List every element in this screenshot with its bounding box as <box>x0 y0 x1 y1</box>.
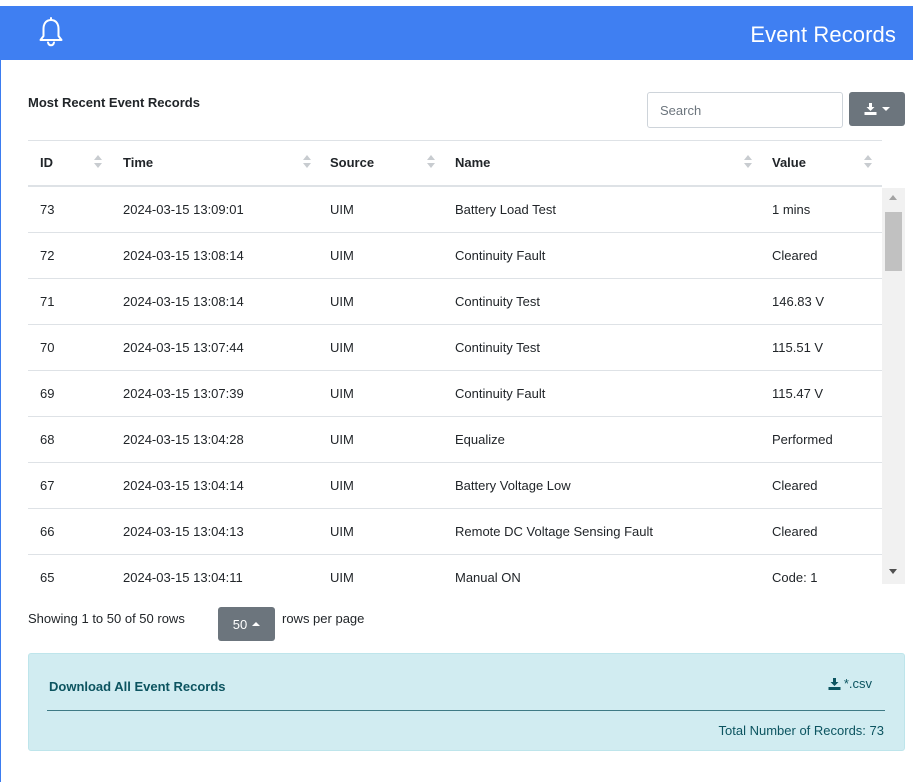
cell-time: 2024-03-15 13:08:14 <box>123 294 244 309</box>
page-left-border <box>0 60 1 782</box>
cell-name: Remote DC Voltage Sensing Fault <box>455 524 653 539</box>
table-header: ID Time Source Name Value <box>28 140 882 187</box>
page-size-value: 50 <box>232 616 248 632</box>
rows-per-page-label: rows per page <box>282 611 365 626</box>
cell-value: Code: 1 <box>772 570 818 584</box>
cell-source: UIM <box>330 478 354 493</box>
table-row[interactable]: 65 2024-03-15 13:04:11 UIM Manual ON Cod… <box>28 555 882 584</box>
chevron-down-icon <box>882 107 890 111</box>
cell-name: Battery Voltage Low <box>455 478 571 493</box>
cell-source: UIM <box>330 386 354 401</box>
cell-source: UIM <box>330 432 354 447</box>
table-row[interactable]: 67 2024-03-15 13:04:14 UIM Battery Volta… <box>28 463 882 509</box>
table-row[interactable]: 71 2024-03-15 13:08:14 UIM Continuity Te… <box>28 279 882 325</box>
table-body[interactable]: 73 2024-03-15 13:09:01 UIM Battery Load … <box>28 187 882 584</box>
sort-icon[interactable] <box>94 155 102 171</box>
cell-value: 115.51 V <box>772 340 824 355</box>
bell-icon[interactable] <box>38 17 64 47</box>
csv-label: *.csv <box>843 676 872 691</box>
cell-name: Equalize <box>455 432 505 447</box>
table-row[interactable]: 72 2024-03-15 13:08:14 UIM Continuity Fa… <box>28 233 882 279</box>
cell-id: 67 <box>40 478 55 493</box>
cell-id: 69 <box>40 386 55 401</box>
download-icon <box>864 103 877 115</box>
cell-value: 146.83 V <box>772 294 825 309</box>
sort-icon[interactable] <box>303 155 311 171</box>
pagination-info: Showing 1 to 50 of 50 rows <box>28 611 185 626</box>
cell-time: 2024-03-15 13:07:44 <box>123 340 244 355</box>
cell-id: 70 <box>40 340 55 355</box>
cell-id: 66 <box>40 524 55 539</box>
sort-icon[interactable] <box>427 155 435 171</box>
download-panel: Download All Event Records *.csv Total N… <box>28 653 905 751</box>
table-row[interactable]: 66 2024-03-15 13:04:13 UIM Remote DC Vol… <box>28 509 882 555</box>
total-records: Total Number of Records: 73 <box>718 723 884 738</box>
download-title: Download All Event Records <box>49 679 226 694</box>
sort-icon[interactable] <box>864 155 872 171</box>
cell-source: UIM <box>330 248 354 263</box>
download-icon <box>828 677 841 690</box>
cell-source: UIM <box>330 524 354 539</box>
column-header-name[interactable]: Name <box>455 155 490 170</box>
section-title: Most Recent Event Records <box>28 95 200 110</box>
page-title: Event Records <box>750 22 896 47</box>
table-row[interactable]: 70 2024-03-15 13:07:44 UIM Continuity Te… <box>28 325 882 371</box>
cell-time: 2024-03-15 13:08:14 <box>123 248 244 263</box>
cell-source: UIM <box>330 340 354 355</box>
scroll-up-arrow-icon[interactable] <box>889 195 897 200</box>
page-size-dropdown[interactable]: 50 <box>218 607 275 641</box>
table-row[interactable]: 69 2024-03-15 13:07:39 UIM Continuity Fa… <box>28 371 882 417</box>
cell-value: Cleared <box>772 524 818 539</box>
app-header: Event Records <box>0 6 913 60</box>
cell-value: Performed <box>772 432 833 447</box>
sort-icon[interactable] <box>744 155 752 171</box>
table-scrollbar[interactable] <box>882 188 905 584</box>
cell-id: 71 <box>40 294 55 309</box>
cell-id: 68 <box>40 432 55 447</box>
cell-name: Continuity Fault <box>455 386 546 401</box>
cell-source: UIM <box>330 294 354 309</box>
cell-time: 2024-03-15 13:04:28 <box>123 432 244 447</box>
cell-id: 65 <box>40 570 55 584</box>
column-header-time[interactable]: Time <box>123 155 153 170</box>
cell-name: Continuity Fault <box>455 248 546 263</box>
cell-time: 2024-03-15 13:09:01 <box>123 202 244 217</box>
scroll-down-arrow-icon[interactable] <box>889 569 897 574</box>
table-row[interactable]: 68 2024-03-15 13:04:28 UIM Equalize Perf… <box>28 417 882 463</box>
search-input[interactable] <box>647 92 843 128</box>
cell-time: 2024-03-15 13:07:39 <box>123 386 244 401</box>
chevron-up-icon <box>252 622 261 626</box>
scrollbar-thumb[interactable] <box>885 212 902 271</box>
cell-id: 73 <box>40 202 55 217</box>
cell-value: Cleared <box>772 248 818 263</box>
cell-id: 72 <box>40 248 55 263</box>
cell-name: Manual ON <box>455 570 521 584</box>
cell-name: Continuity Test <box>455 294 541 309</box>
cell-source: UIM <box>330 570 354 584</box>
cell-value: 115.47 V <box>772 386 824 401</box>
column-header-source[interactable]: Source <box>330 155 374 170</box>
cell-name: Battery Load Test <box>455 202 556 217</box>
download-csv-link[interactable]: *.csv <box>828 676 872 691</box>
cell-value: 1 mins <box>772 202 811 217</box>
event-records-table: ID Time Source Name Value 73 2024-03-15 … <box>28 140 882 584</box>
column-header-value[interactable]: Value <box>772 155 806 170</box>
cell-time: 2024-03-15 13:04:14 <box>123 478 244 493</box>
column-header-id[interactable]: ID <box>40 155 53 170</box>
cell-value: Cleared <box>772 478 818 493</box>
cell-time: 2024-03-15 13:04:11 <box>123 570 243 584</box>
table-row[interactable]: 73 2024-03-15 13:09:01 UIM Battery Load … <box>28 187 882 233</box>
export-dropdown-button[interactable] <box>849 92 905 126</box>
divider <box>47 710 885 711</box>
cell-name: Continuity Test <box>455 340 541 355</box>
cell-source: UIM <box>330 202 354 217</box>
cell-time: 2024-03-15 13:04:13 <box>123 524 244 539</box>
